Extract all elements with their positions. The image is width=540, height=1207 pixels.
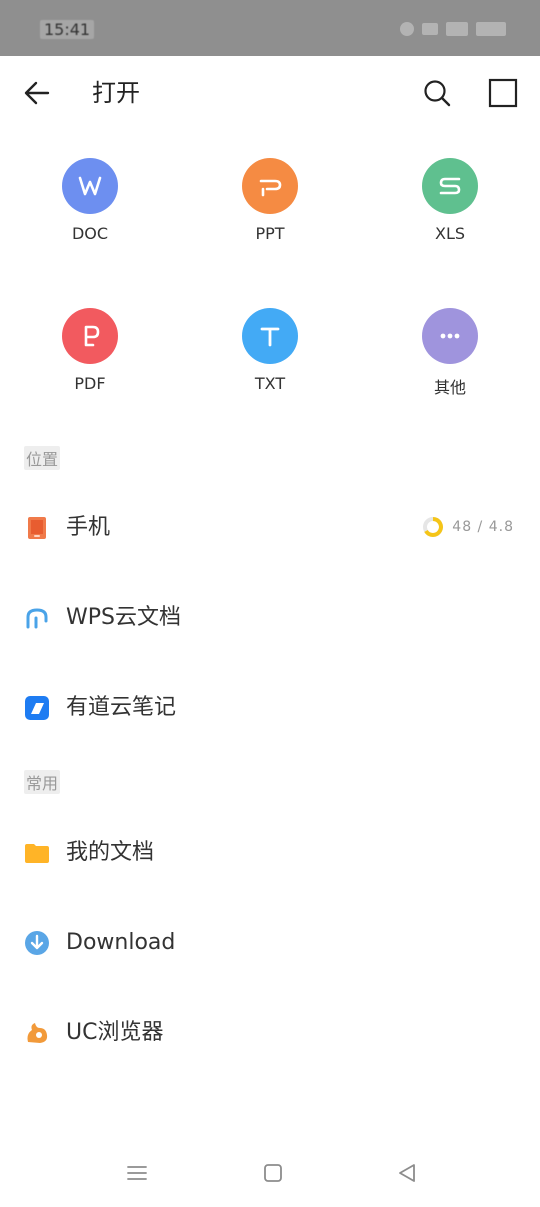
page-title: 打开 <box>92 79 140 107</box>
system-navigation-bar <box>0 1140 540 1207</box>
location-label: 有道云笔记 <box>66 695 177 720</box>
status-time: 15:41 <box>40 20 95 39</box>
pdf-icon <box>62 308 118 364</box>
section-recent-label: 常用 <box>24 770 61 794</box>
file-type-label: XLS <box>434 224 466 243</box>
signal-icon <box>446 22 468 36</box>
location-label: WPS云文档 <box>66 605 181 630</box>
recent-download[interactable]: Download <box>0 899 540 989</box>
status-icons <box>400 22 506 36</box>
more-icon <box>422 308 478 364</box>
download-icon <box>25 931 49 955</box>
recent-label: UC浏览器 <box>66 1020 164 1045</box>
file-type-label: 其他 <box>433 378 466 397</box>
storage-indicator: 48 / 4.8 <box>422 516 514 538</box>
file-type-ppt[interactable]: PPT <box>210 158 330 243</box>
location-phone[interactable]: 手机 48 / 4.8 <box>0 484 540 574</box>
back-button[interactable] <box>20 76 54 110</box>
file-type-label: PDF <box>74 374 106 393</box>
doc-icon <box>62 158 118 214</box>
top-app-bar: 打开 <box>0 56 540 130</box>
file-type-label: TXT <box>254 374 286 393</box>
back-arrow-icon <box>24 81 50 105</box>
location-label: 手机 <box>66 515 111 540</box>
location-youdao-note[interactable]: 有道云笔记 <box>0 664 540 754</box>
search-button[interactable] <box>420 76 454 110</box>
file-type-pdf[interactable]: PDF <box>30 308 150 393</box>
recent-label: Download <box>66 930 176 955</box>
sim-icon <box>422 23 438 35</box>
file-type-other[interactable]: 其他 <box>390 308 510 398</box>
ppt-icon <box>242 158 298 214</box>
recent-label: 我的文档 <box>66 840 155 865</box>
file-type-doc[interactable]: DOC <box>30 158 150 243</box>
search-icon <box>424 80 451 107</box>
storage-ring-icon <box>423 517 444 537</box>
txt-icon <box>242 308 298 364</box>
menu-icon[interactable] <box>124 1160 150 1186</box>
notification-icon <box>400 22 414 36</box>
uc-browser-icon <box>27 1023 48 1043</box>
youdao-note-icon <box>25 696 49 720</box>
status-bar: 15:41 <box>0 0 540 56</box>
recent-uc-browser[interactable]: UC浏览器 <box>0 989 540 1079</box>
battery-icon <box>476 22 506 36</box>
file-type-label: PPT <box>255 224 285 243</box>
back-triangle-icon[interactable] <box>394 1160 420 1186</box>
xls-icon <box>422 158 478 214</box>
home-icon[interactable] <box>260 1160 286 1186</box>
phone-icon <box>28 517 46 539</box>
storage-text: 48 / 4.8 <box>452 519 514 535</box>
folder-icon <box>25 844 49 863</box>
file-type-label: DOC <box>71 224 109 243</box>
section-location-label: 位置 <box>24 446 61 470</box>
location-wps-cloud[interactable]: WPS云文档 <box>0 574 540 664</box>
multi-select-button[interactable] <box>486 76 520 110</box>
file-type-txt[interactable]: TXT <box>210 308 330 393</box>
square-checkbox-icon <box>488 78 518 108</box>
recent-my-documents[interactable]: 我的文档 <box>0 809 540 899</box>
file-type-xls[interactable]: XLS <box>390 158 510 243</box>
wps-cloud-icon <box>26 608 48 629</box>
